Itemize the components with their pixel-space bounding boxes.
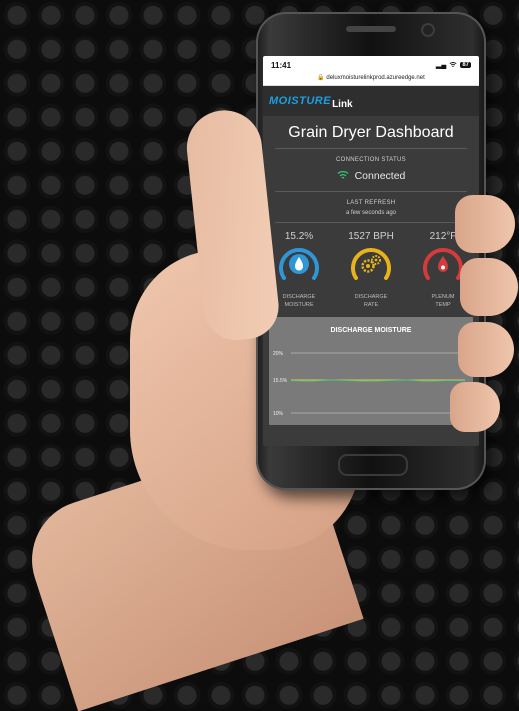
discharge-moisture-chart[interactable]: DISCHARGE MOISTURE 20% 15.5% 10% xyxy=(269,317,473,425)
status-bar: 11:41 ▂▄ 87 xyxy=(263,56,479,74)
url-bar[interactable]: 🔒 deluxmoisturelinkprod.azureedge.net xyxy=(263,74,479,86)
wifi-icon xyxy=(449,61,457,70)
gauge-discharge-rate[interactable]: 1527 BPH DISCHARGE RATE xyxy=(336,231,406,309)
brand-logo-moisture[interactable]: MOISTURE xyxy=(269,95,331,107)
last-refresh-label: LAST REFRESH xyxy=(346,200,396,206)
status-time: 11:41 xyxy=(271,60,292,70)
signal-icon: ▂▄ xyxy=(435,62,447,69)
flame-drop-highlight xyxy=(441,265,445,270)
page-title: Grain Dryer Dashboard xyxy=(288,124,454,141)
chart-title: DISCHARGE MOISTURE xyxy=(330,327,412,334)
gauge-label-line1: DISCHARGE xyxy=(354,294,388,300)
connection-status-label: CONNECTION STATUS xyxy=(336,157,406,163)
connection-status-value: Connected xyxy=(354,170,406,182)
wifi-icon xyxy=(337,167,349,185)
url-text: deluxmoisturelinkprod.azureedge.net xyxy=(326,75,425,81)
hand-finger xyxy=(458,322,514,377)
gauge-ring xyxy=(279,248,319,280)
brand-bar: MOISTURE Link xyxy=(263,86,479,116)
gauge-label-line2: RATE xyxy=(363,302,379,308)
battery-icon: 87 xyxy=(460,62,471,68)
phone-camera xyxy=(421,23,435,37)
gauge-label: DISCHARGE RATE xyxy=(336,293,406,309)
hand-finger xyxy=(450,382,500,432)
chart-ytick-label: 10% xyxy=(273,411,284,417)
gears-icon xyxy=(361,255,381,273)
flame-drop-icon xyxy=(438,256,448,272)
connection-status: Connected xyxy=(263,167,479,185)
brand-logo-link[interactable]: Link xyxy=(332,99,353,110)
chart-ytick-label: 20% xyxy=(273,351,284,357)
hand-finger xyxy=(460,258,518,316)
gauge-value: 15.2% xyxy=(284,231,314,242)
status-icons: ▂▄ 87 xyxy=(436,61,471,70)
home-button[interactable] xyxy=(338,454,408,476)
phone-speaker xyxy=(346,26,396,32)
gauges-row: 15.2% DISCHARGE MOISTURE 1527 BPH DISCHA… xyxy=(263,231,479,309)
divider xyxy=(275,222,467,223)
chart-plot: 20% 15.5% 10% xyxy=(273,351,465,417)
chart-ytick-label: 15.5% xyxy=(273,378,288,384)
gauge-value: 1527 BPH xyxy=(348,231,394,242)
last-refresh-value: a few seconds ago xyxy=(345,210,397,216)
gauge-ring xyxy=(351,248,391,280)
lock-icon: 🔒 xyxy=(317,75,325,81)
hand-finger xyxy=(455,195,515,253)
phone-screen: 11:41 ▂▄ 87 🔒 deluxmoisturelinkprod.azur… xyxy=(263,56,479,446)
divider xyxy=(275,191,467,192)
divider xyxy=(275,148,467,149)
